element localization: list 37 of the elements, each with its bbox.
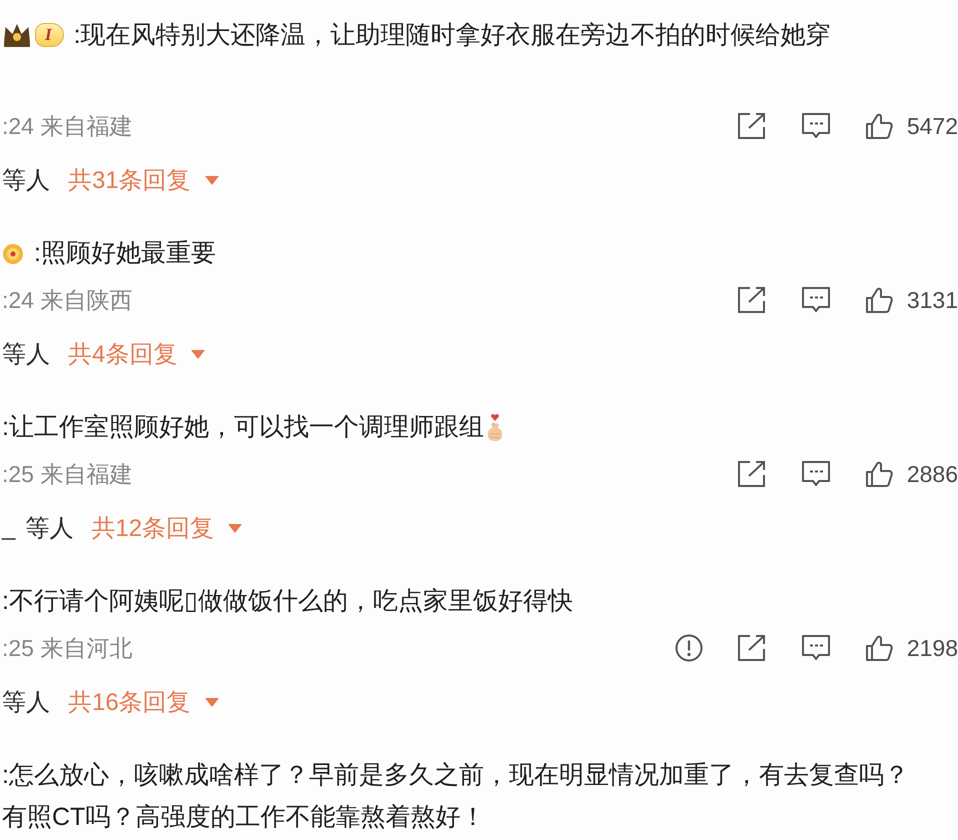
- level-badge: I: [35, 23, 64, 47]
- reply-authors-text: 等人: [25, 514, 74, 544]
- comment-icon[interactable]: [800, 286, 831, 314]
- comment-icon[interactable]: [800, 460, 831, 488]
- like-icon[interactable]: [864, 286, 893, 314]
- like-icon[interactable]: [864, 112, 893, 140]
- comment-icon[interactable]: [800, 112, 831, 140]
- share-icon[interactable]: [736, 112, 767, 140]
- caret-icon: [228, 524, 242, 532]
- like-button[interactable]: 3131: [864, 286, 958, 314]
- reply-authors-text: 等人: [2, 340, 50, 370]
- comment-text: :不行请个阿姨呢▯做做饭什么的，吃点家里饭好得快: [2, 586, 573, 617]
- comment-text: :怎么放心，咳嗽成啥样了？早前是多久之前，现在明显情况加重了，有去复查吗？有照CT吗？高强度的工作不能靠熬着熬好！: [2, 760, 910, 833]
- comment-text: :照顾好她最重要: [34, 238, 216, 269]
- share-icon[interactable]: [736, 634, 767, 662]
- reply-author-name: _: [2, 514, 16, 542]
- like-icon[interactable]: [864, 460, 893, 488]
- caret-icon: [204, 698, 219, 706]
- share-icon[interactable]: [736, 460, 767, 488]
- caret-icon: [191, 350, 206, 358]
- report-icon[interactable]: [674, 634, 703, 662]
- crown-icon: [2, 22, 32, 48]
- reply-authors-text: 等人: [2, 166, 50, 196]
- comment-text: :让工作室照顾好她，可以找一个调理师跟组: [2, 412, 484, 443]
- like-button[interactable]: 2886: [864, 460, 958, 488]
- like-button[interactable]: 2198: [864, 634, 958, 662]
- caret-icon: [204, 176, 219, 184]
- comment-time-location: :24 来自福建: [2, 112, 132, 140]
- comment-text: :现在风特别大还降温，让助理随时拿好衣服在旁边不拍的时候给她穿: [74, 20, 831, 51]
- share-icon[interactable]: [736, 286, 767, 314]
- like-button[interactable]: 5472: [864, 112, 958, 140]
- comment-time-location: :25 来自福建: [2, 460, 132, 488]
- reply-authors-text: 等人: [2, 688, 50, 718]
- comment-icon[interactable]: [800, 634, 831, 662]
- like-icon[interactable]: [864, 634, 893, 662]
- comment-time-location: :25 来自河北: [2, 634, 132, 662]
- comment-time-location: :24 来自陕西: [2, 286, 132, 314]
